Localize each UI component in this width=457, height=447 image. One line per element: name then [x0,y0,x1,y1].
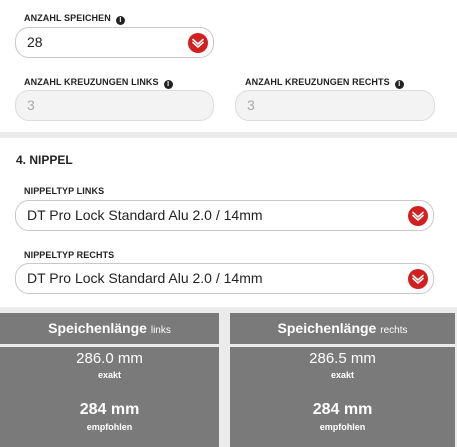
result-card-body: 286.0 mm exakt 284 mm empfohlen [0,347,219,447]
info-icon[interactable]: i [115,16,125,25]
cross-left-label: ANZAHL KREUZUNGEN LINKS i [24,77,173,89]
result-side: rechts [380,325,408,336]
chevron-down-icon[interactable] [408,206,428,226]
chevron-down-icon[interactable] [188,33,208,53]
result-title: Speichenlänge [48,320,147,336]
recommended-length-value: 284 mm [312,401,373,418]
cross-right-value: 3 [247,97,255,113]
result-title: Speichenlänge [277,320,377,336]
cross-right-input: 3 [235,90,435,121]
recommended-length-caption: empfohlen [319,422,366,432]
nipple-right-label: NIPPELTYP RECHTS [24,250,115,260]
recommended-length-value: 284 mm [79,401,140,418]
nipple-right-select[interactable]: DT Pro Lock Standard Alu 2.0 / 14mm [15,263,434,294]
chevron-down-icon[interactable] [408,269,428,289]
result-card-right: Speichenlänge rechts 286.5 mm exakt 284 … [230,313,455,447]
nipple-left-label: NIPPELTYP LINKS [24,186,105,196]
nipple-right-value: DT Pro Lock Standard Alu 2.0 / 14mm [27,270,263,286]
exact-length-value: 286.5 mm [309,350,376,367]
result-side: links [150,325,171,336]
cross-left-value: 3 [27,97,35,113]
exact-length-value: 286.0 mm [76,350,143,367]
exact-length-caption: exakt [97,370,122,380]
cross-right-label: ANZAHL KREUZUNGEN RECHTS i [245,77,404,89]
spoke-count-label: ANZAHL SPEICHEN i [24,13,125,25]
spoke-count-value: 28 [27,34,43,50]
section-title-nipple: 4. NIPPEL [16,153,73,167]
spoke-count-select[interactable]: 28 [15,27,214,58]
info-icon[interactable]: i [163,80,173,89]
recommended-length-caption: empfohlen [86,422,133,432]
nipple-left-select[interactable]: DT Pro Lock Standard Alu 2.0 / 14mm [15,200,434,231]
result-card-header: Speichenlänge rechts [230,313,455,344]
info-icon[interactable]: i [394,80,404,89]
result-card-header: Speichenlänge links [0,313,219,344]
nipple-left-value: DT Pro Lock Standard Alu 2.0 / 14mm [27,207,263,223]
result-card-body: 286.5 mm exakt 284 mm empfohlen [230,347,455,447]
cross-left-input: 3 [15,90,214,121]
result-card-left: Speichenlänge links 286.0 mm exakt 284 m… [0,313,219,447]
exact-length-caption: exakt [330,370,355,380]
